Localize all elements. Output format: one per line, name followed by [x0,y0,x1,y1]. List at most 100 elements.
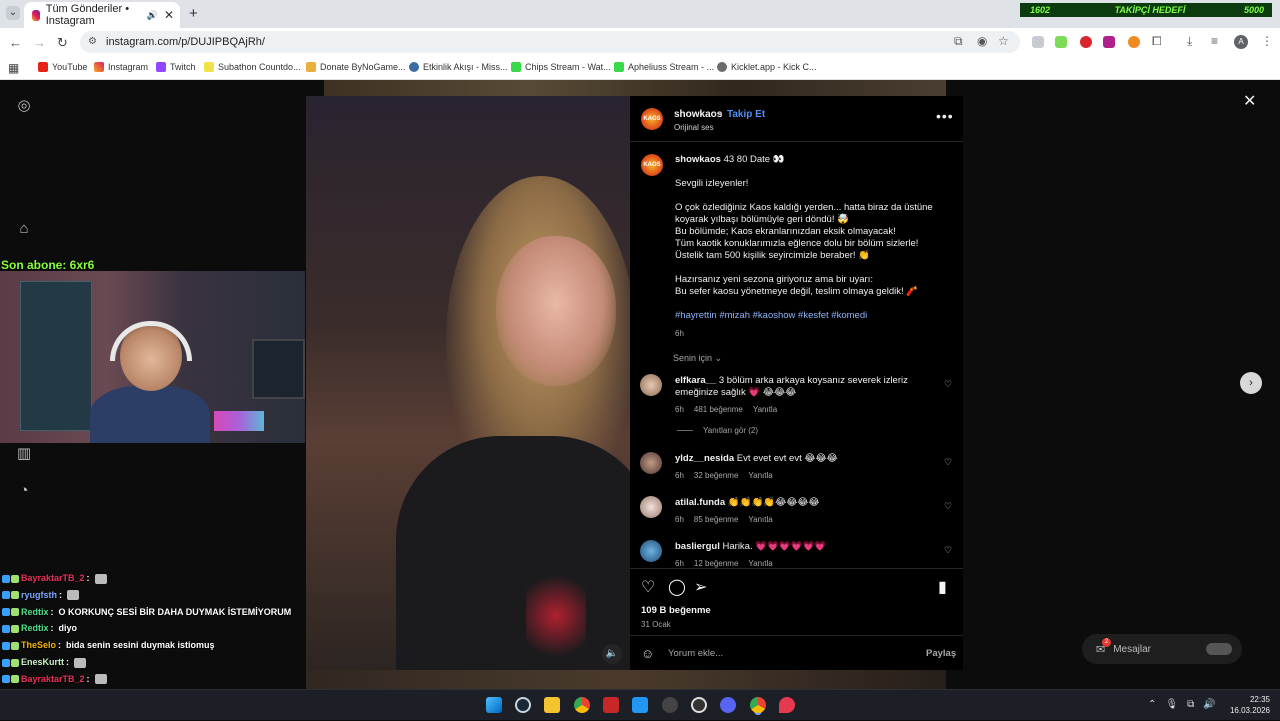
heart-icon[interactable]: ♡ [944,379,952,390]
browser-menu-icon[interactable]: ⋮ [1261,34,1273,48]
comment-likes[interactable]: 481 beğenme [694,405,743,414]
threads-icon[interactable]: ◔ [16,482,32,499]
extensions-puzzle-icon[interactable]: ⧠ [1152,34,1162,49]
author-username[interactable]: showkaos [674,109,722,120]
commenter-avatar[interactable] [640,496,662,518]
save-bookmark-icon[interactable]: ▮ [938,577,947,597]
like-heart-icon[interactable]: ♡ [641,577,655,597]
bookmark-apheliuss[interactable]: Apheliuss Stream - ... [614,62,714,72]
extension-green-icon[interactable] [1055,36,1067,48]
author-avatar[interactable]: KAOS [641,108,663,130]
extension-twitch-tools-icon[interactable] [1103,36,1115,48]
commenter-avatar[interactable] [640,540,662,562]
tracking-protection-icon[interactable]: ◉ [977,34,987,48]
comment-likes[interactable]: 85 beğenme [694,515,738,524]
start-windows-icon[interactable] [486,697,502,713]
bookmark-star-icon[interactable]: ☆ [998,34,1009,48]
reply-button[interactable]: Yanıtla [748,559,772,568]
back-icon[interactable]: ← [9,35,22,50]
post-comment-button[interactable]: Paylaş [926,648,956,659]
mute-icon[interactable]: 🔈 [602,644,622,664]
commenter-username[interactable]: basliergul [675,541,720,552]
comment-likes[interactable]: 32 beğenme [694,471,738,480]
apps-grid-icon[interactable]: ▦ [8,61,19,75]
reply-button[interactable]: Yanıtla [748,515,772,524]
system-tray[interactable]: ⌃🎙⧉🔊 [1148,699,1225,710]
follow-button[interactable]: Takip Et [727,109,765,120]
caption-author-avatar[interactable]: KAOS [641,154,663,176]
heart-icon[interactable]: ♡ [944,457,952,468]
chat-username: BayraktarTB_2 [21,673,85,684]
bookmark-kicklet[interactable]: Kicklet.app - Kick C... [717,62,817,72]
url-field[interactable]: ⚙ instagram.com/p/DUJIPBQAjRh/ [80,31,1020,53]
tab-search-chevron-icon[interactable]: ⌄ [6,6,20,20]
original-audio-link[interactable]: Orijinal ses [674,123,714,132]
tab-audio-icon[interactable]: 🔊 [147,10,158,21]
profile-avatar[interactable]: A [1234,35,1248,49]
reply-button[interactable]: Yanıtla [753,405,777,414]
view-replies-button[interactable]: Yanıtları gör (2) [677,426,758,435]
address-bar: ← → ↻ ⚙ instagram.com/p/DUJIPBQAjRh/ ⧉ ◉… [0,28,1280,56]
share-send-icon[interactable]: ➢ [694,577,707,597]
bookmark-etkinlik[interactable]: Etkinlik Akışı - Miss... [409,62,508,72]
new-tab-button[interactable]: + [189,5,198,22]
close-modal-icon[interactable]: ✕ [1243,91,1256,111]
bookmark-twitch[interactable]: Twitch [156,62,196,72]
netflix-app-icon[interactable] [603,697,619,713]
reload-icon[interactable]: ↻ [57,35,68,51]
commenter-avatar[interactable] [640,452,662,474]
home-icon[interactable]: ⌂ [16,220,32,237]
discord-icon[interactable] [720,697,736,713]
chat-badges [2,658,19,667]
chat-badge-icon [2,658,10,667]
extension-shield-icon[interactable] [1032,36,1044,48]
extension-orange-icon[interactable] [1128,36,1140,48]
comment-input[interactable] [668,644,908,662]
browser-tab-instagram[interactable]: Tüm Gönderiler • Instagram 🔊 ✕ [24,2,180,28]
messages-button[interactable]: ✉ 2 Mesajlar [1082,634,1242,664]
instagram-logo-icon[interactable]: ◎ [16,96,32,114]
emoji-icon[interactable]: ☺ [641,646,654,661]
heart-icon[interactable]: ♡ [944,545,952,556]
bookmark-donate[interactable]: Donate ByNoGame... [306,62,406,72]
reel-video[interactable]: 🔈 [306,96,630,670]
commenter-username[interactable]: yldz__nesida [675,453,734,464]
editor-app-icon[interactable] [632,697,648,713]
location-app-icon[interactable] [779,697,795,713]
file-explorer-icon[interactable] [544,697,560,713]
comment-bubble-icon[interactable]: ◯ [668,577,686,597]
chat-message: TheSelo : bida senin sesini duymak istiom… [2,637,215,654]
taskbar-clock[interactable]: 22:35 16.03.2026 [1226,694,1270,716]
heart-icon[interactable]: ♡ [944,501,952,512]
bookmark-instagram[interactable]: Instagram [94,62,148,72]
comment-sort-dropdown[interactable]: Senin için ⌄ [673,353,722,364]
bookmark-youtube[interactable]: YouTube [38,62,87,72]
forward-icon[interactable]: → [33,35,46,50]
reading-list-icon[interactable]: ≡ [1211,34,1218,48]
obs-icon[interactable] [691,697,707,713]
like-count[interactable]: 109 B beğenme [641,605,711,616]
install-app-icon[interactable]: ⧉ [954,34,963,49]
commenter-username[interactable]: atilal.funda [675,497,725,508]
tab-close-icon[interactable]: ✕ [164,8,174,22]
caption-username[interactable]: showkaos [675,154,721,165]
commenter-avatar[interactable] [640,374,662,396]
chrome-icon[interactable] [574,697,590,713]
chrome-active-icon[interactable] [750,697,766,713]
bookmark-chips[interactable]: Chips Stream - Wat... [511,62,611,72]
steam-icon[interactable] [515,697,531,713]
downloads-icon[interactable]: ⤓ [1187,34,1192,49]
comment-likes[interactable]: 12 beğenme [694,559,738,568]
caption-hashtags[interactable]: #hayrettin #mizah #kaoshow #kesfet #kome… [675,310,945,322]
commenter-username[interactable]: elfkara__ [675,375,716,386]
more-options-icon[interactable]: ••• [936,108,954,124]
reply-button[interactable]: Yanıtla [748,471,772,480]
game-launcher-icon[interactable] [662,697,678,713]
extension-opera-icon[interactable] [1080,36,1092,48]
messages-icon: ✉ 2 [1096,637,1111,656]
site-info-icon[interactable]: ⚙ [88,36,97,47]
bookmark-subathon[interactable]: Subathon Countdo... [204,62,301,72]
chat-badges [2,675,19,684]
dashboard-icon[interactable]: ▥ [16,444,32,462]
next-post-chevron-icon[interactable]: › [1240,372,1262,394]
